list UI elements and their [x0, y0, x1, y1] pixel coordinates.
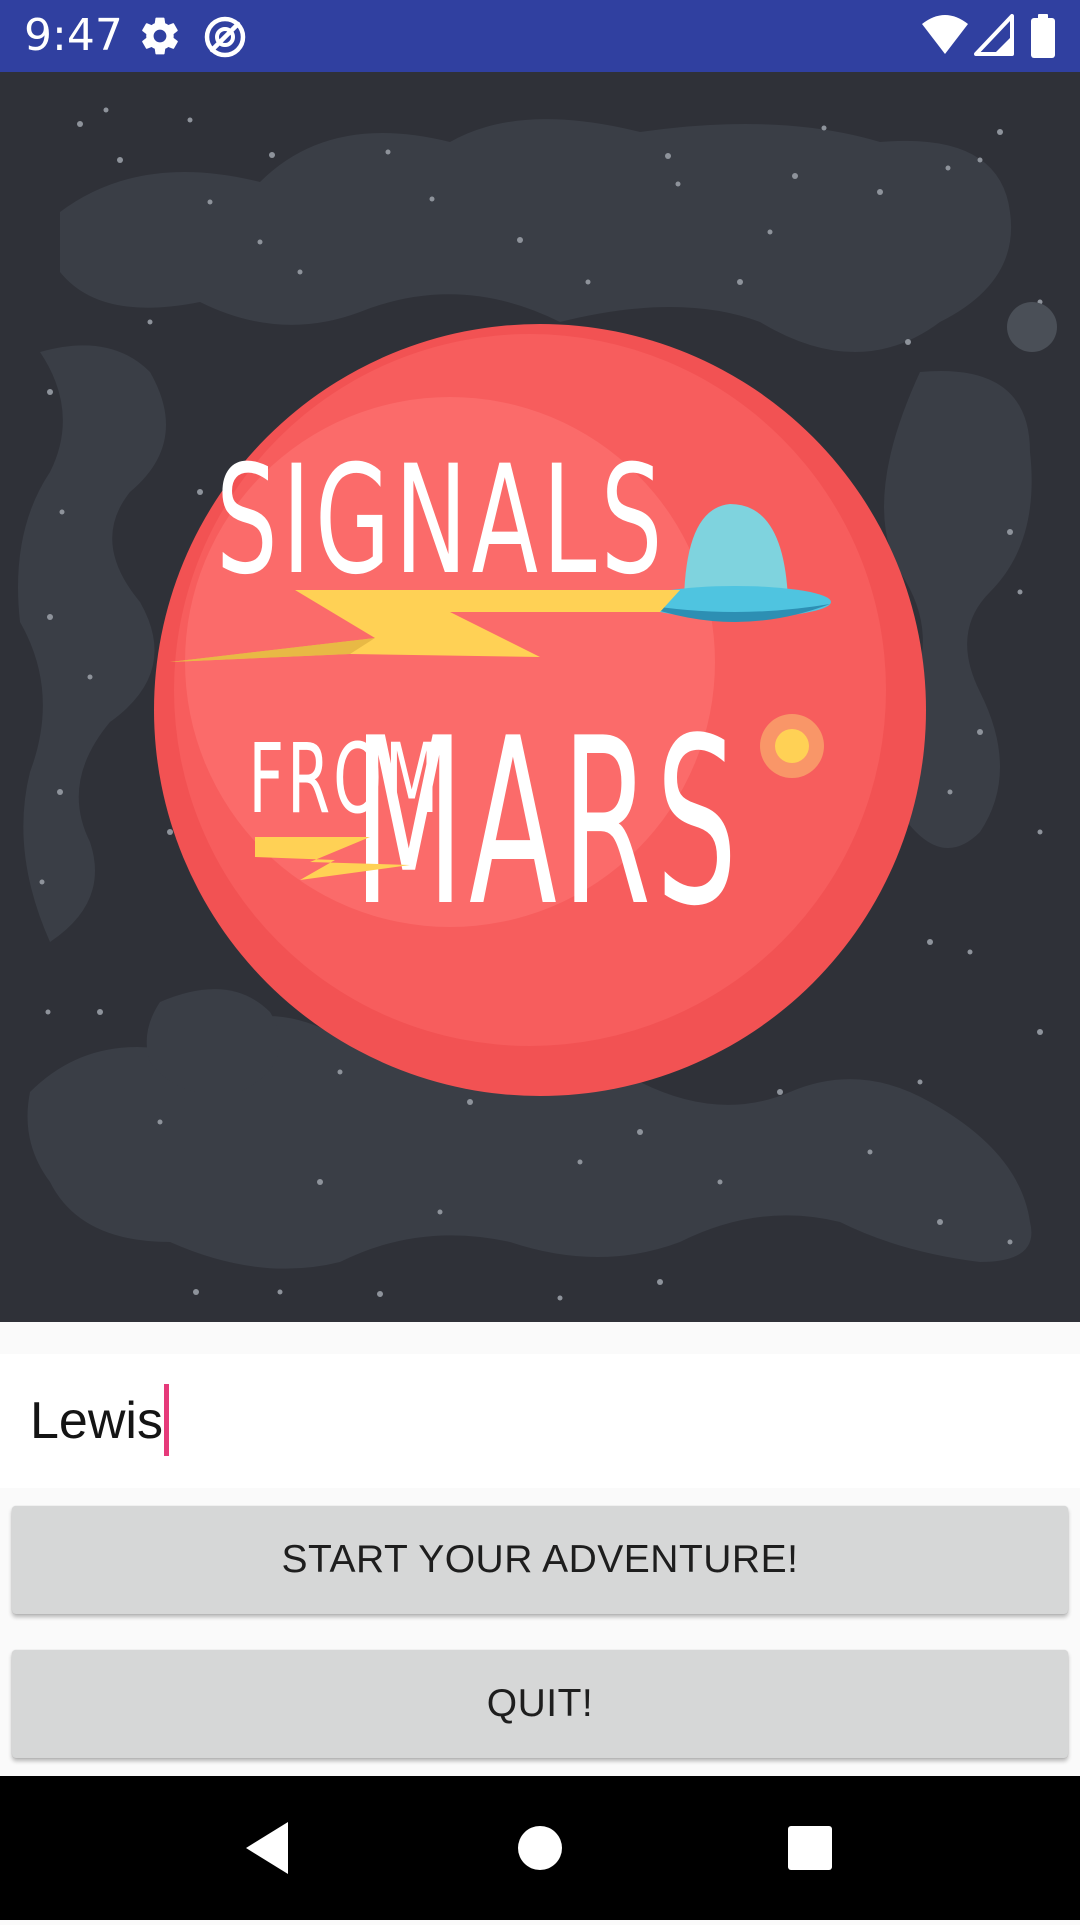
home-icon[interactable]: [470, 1776, 610, 1920]
back-icon[interactable]: [196, 1776, 336, 1920]
quit-button[interactable]: QUIT!: [12, 1650, 1068, 1758]
cell-signal-icon: [974, 14, 1014, 61]
name-input[interactable]: Lewis: [30, 1354, 169, 1488]
start-adventure-button[interactable]: START YOUR ADVENTURE!: [12, 1506, 1068, 1614]
logo-mars-word: MARS: [353, 689, 742, 957]
svg-text:SIGNALS: SIGNALS: [216, 433, 667, 607]
wifi-icon: [920, 12, 970, 61]
svg-text:MARS: MARS: [353, 689, 742, 957]
gear-icon: [138, 14, 182, 63]
name-field[interactable]: Lewis: [0, 1354, 1080, 1488]
text-caret: [163, 1384, 169, 1457]
signals-from-mars-logo: SIGNALS FROM MARS: [0, 72, 1080, 1322]
status-time: 9:47: [24, 10, 123, 61]
battery-icon: [1030, 14, 1056, 63]
logo-signals-word: SIGNALS: [216, 433, 667, 607]
data-saver-icon: [202, 14, 248, 65]
moon: [1007, 302, 1057, 352]
recents-icon[interactable]: [740, 1776, 880, 1920]
navigation-bar: [0, 1776, 1080, 1920]
hero-artwork: SIGNALS FROM MARS: [0, 72, 1080, 1322]
status-bar: 9:47: [0, 0, 1080, 72]
name-value: Lewis: [30, 1392, 163, 1450]
sparkle-icon: [760, 714, 824, 778]
